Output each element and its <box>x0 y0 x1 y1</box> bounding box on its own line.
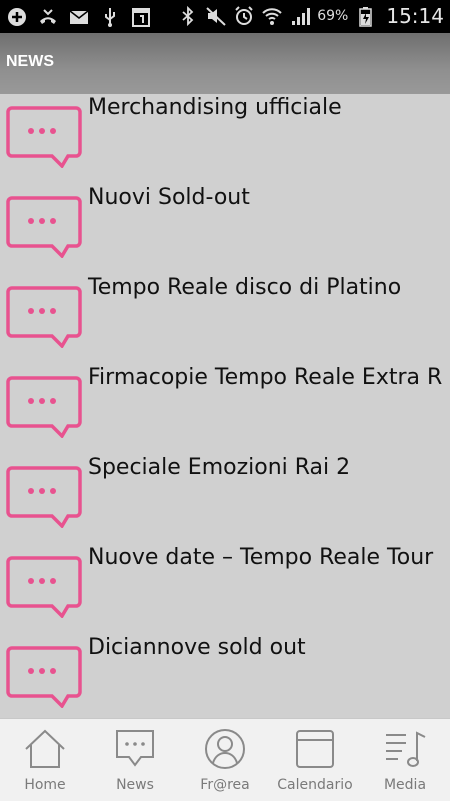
news-item-title: Nuove date – Tempo Reale Tour <box>88 545 434 570</box>
news-item-title: Merchandising ufficiale <box>88 95 342 120</box>
page-title: NEWS <box>6 53 54 70</box>
tab-frarea[interactable]: Fr@rea <box>180 719 270 801</box>
chat-bubble-icon <box>116 730 154 767</box>
user-circle-icon <box>205 729 245 769</box>
mute-icon <box>206 7 226 26</box>
news-item[interactable]: Speciale Emozioni Rai 2 <box>0 454 450 544</box>
news-item[interactable]: Nuove date – Tempo Reale Tour <box>0 544 450 634</box>
tab-frarea-label: Fr@rea <box>200 777 250 793</box>
status-bar: 69% 15:14 <box>0 0 450 33</box>
tab-calendario[interactable]: Calendario <box>270 719 360 801</box>
app-header: NEWS <box>0 33 450 94</box>
chat-bubble-icon <box>6 286 82 348</box>
home-icon <box>25 729 65 768</box>
tab-home[interactable]: Home <box>0 719 90 801</box>
chat-bubble-icon <box>6 556 82 618</box>
news-item-title: Diciannove sold out <box>88 635 306 660</box>
tab-news[interactable]: News <box>90 719 180 801</box>
news-item[interactable]: Firmacopie Tempo Reale Extra R <box>0 364 450 454</box>
missed-call-icon <box>40 9 56 24</box>
news-item-title: Nuovi Sold-out <box>88 185 250 210</box>
tab-media[interactable]: Media <box>360 719 450 801</box>
news-item-title: Tempo Reale disco di Platino <box>88 275 402 300</box>
signal-icon <box>292 8 311 25</box>
news-item-title: Speciale Emozioni Rai 2 <box>88 455 351 480</box>
chat-bubble-icon <box>6 376 82 438</box>
battery-percent: 69% <box>317 8 349 24</box>
calendar-icon <box>296 730 334 768</box>
news-list[interactable]: Merchandising ufficiale Nuovi Sold-out T… <box>0 94 450 718</box>
chat-bubble-icon <box>6 646 82 708</box>
bluetooth-icon <box>182 5 194 27</box>
tab-home-label: Home <box>24 777 66 793</box>
tab-calendario-label: Calendario <box>277 777 353 793</box>
chat-bubble-icon <box>6 196 82 258</box>
status-left-icons <box>6 6 152 28</box>
status-clock: 15:14 <box>386 4 444 28</box>
news-item[interactable]: Tempo Reale disco di Platino <box>0 274 450 364</box>
news-item[interactable]: Diciannove sold out <box>0 634 450 718</box>
email-icon <box>69 10 89 24</box>
music-list-icon <box>386 731 426 767</box>
battery-charging-icon <box>359 7 373 27</box>
wifi-icon <box>262 8 282 25</box>
add-notification-icon <box>8 8 26 26</box>
tab-media-label: Media <box>383 777 427 793</box>
bottom-tab-bar: Home News Fr@rea Calendario Media <box>0 718 450 801</box>
usb-icon <box>105 8 115 27</box>
chat-bubble-icon <box>6 106 82 168</box>
status-right-icons: 69% 15:14 <box>177 4 444 28</box>
news-item[interactable]: Merchandising ufficiale <box>0 94 450 184</box>
news-item[interactable]: Nuovi Sold-out <box>0 184 450 274</box>
tab-news-label: News <box>116 777 154 793</box>
news-item-title: Firmacopie Tempo Reale Extra R <box>88 365 443 390</box>
calendar-notification-icon <box>132 8 150 27</box>
chat-bubble-icon <box>6 466 82 528</box>
alarm-icon <box>235 6 253 25</box>
